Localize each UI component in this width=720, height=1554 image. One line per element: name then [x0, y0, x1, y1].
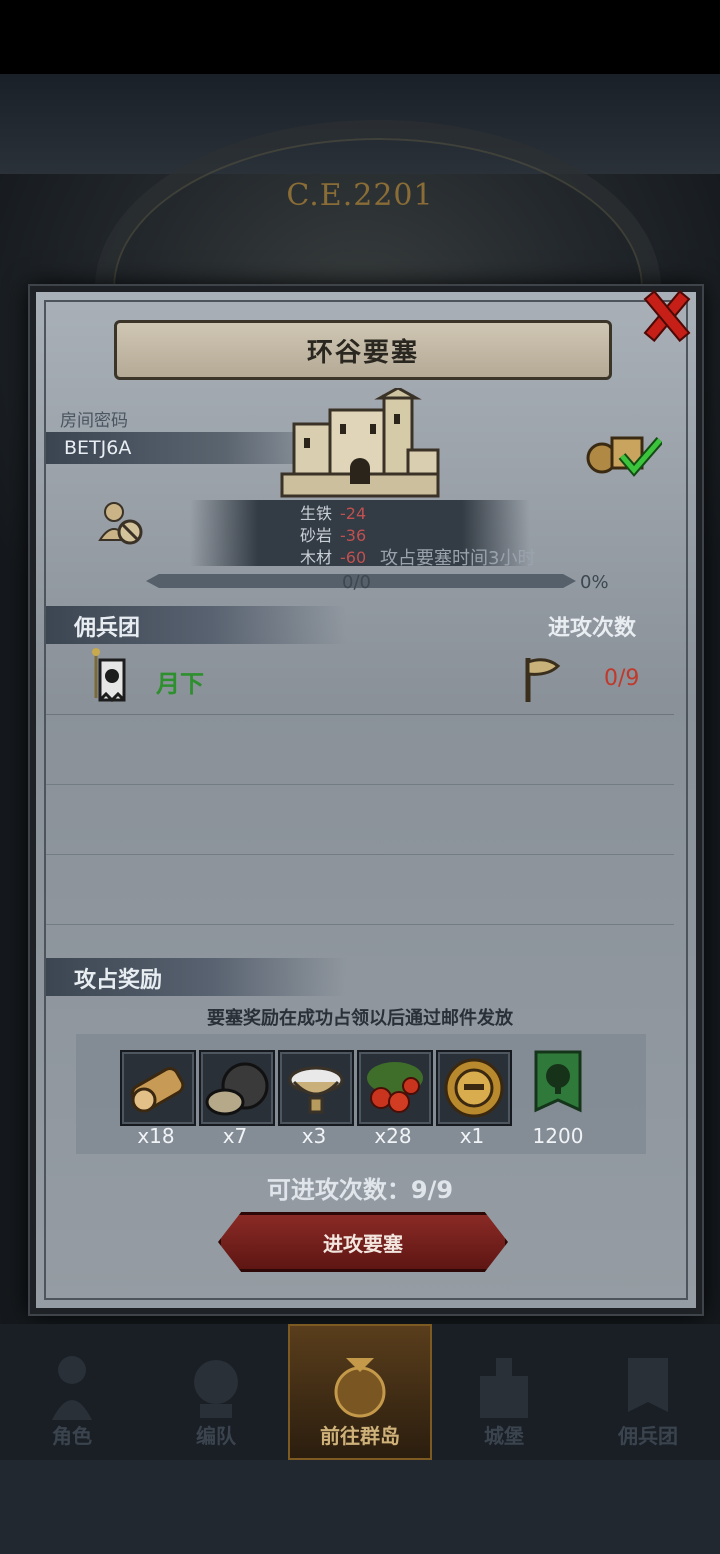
remaining-attacks: 可进攻次数：9/9 [266, 1176, 454, 1204]
empty-row-divider [46, 784, 674, 785]
formation-icon [194, 1360, 238, 1418]
empty-row-divider [46, 854, 674, 855]
reward-note: 要塞奖励在成功占领以后通过邮件发放 [207, 1008, 513, 1029]
reward-item-bowl[interactable] [278, 1050, 354, 1126]
fortress-icon [280, 388, 440, 498]
resource-value: -60 [340, 548, 367, 567]
attack-fortress-button[interactable]: 进攻要塞 [218, 1212, 508, 1272]
islands-icon [334, 1358, 386, 1418]
nav-label: 佣兵团 [618, 1424, 678, 1448]
silver-bowl-icon [288, 1066, 344, 1114]
reward-item-helmet[interactable] [436, 1050, 512, 1126]
reward-item-berries[interactable] [357, 1050, 433, 1126]
wood-log-icon [130, 1067, 185, 1113]
supply-check-icon[interactable] [584, 428, 662, 478]
status-bar [0, 0, 720, 74]
nav-label: 前往群岛 [320, 1424, 400, 1448]
close-icon[interactable] [636, 286, 692, 342]
nav-tab-castle[interactable]: 城堡 [432, 1324, 576, 1460]
dialog-title: 环谷要塞 [306, 337, 419, 368]
reward-count: x18 [137, 1124, 175, 1148]
resource-value: -36 [340, 526, 367, 545]
reward-count: x7 [222, 1124, 248, 1148]
reward-count: 1200 [532, 1124, 584, 1148]
resource-name: 木材 [300, 548, 333, 567]
progress-percent: 0% [580, 572, 609, 593]
resource-name: 生铁 [300, 504, 333, 523]
castle-icon [480, 1358, 528, 1418]
resource-row-sandstone: 砂岩 -36 [300, 522, 366, 546]
attempts-label: 进攻次数 [548, 616, 637, 641]
attempts-count: 0/9 [604, 666, 640, 691]
tree-banner-icon[interactable] [534, 1050, 582, 1120]
year-label: C.E.2201 [286, 178, 434, 213]
golden-helmet-icon [444, 1058, 504, 1118]
no-person-icon[interactable] [96, 500, 144, 546]
title-plate: 环谷要塞 [114, 320, 612, 380]
nav-label: 角色 [52, 1424, 92, 1448]
room-password-label: 房间密码 [60, 411, 128, 431]
nav-tab-formation[interactable]: 编队 [144, 1324, 288, 1460]
mercenary-icon [628, 1358, 668, 1412]
empty-row-divider [46, 924, 674, 925]
reward-count: x3 [301, 1124, 327, 1148]
mercenary-row[interactable] [46, 646, 674, 715]
mercenary-section-label: 佣兵团 [74, 616, 141, 641]
nav-label: 编队 [196, 1424, 236, 1448]
reward-count: x28 [374, 1124, 412, 1148]
iron-ore-icon [205, 1062, 269, 1116]
nav-tab-islands[interactable]: 前往群岛 [288, 1324, 432, 1460]
occupy-time-text: 攻占要塞时间3小时 [380, 548, 536, 569]
reward-item-ore[interactable] [199, 1050, 275, 1126]
progress-count: 0/0 [342, 572, 371, 593]
knight-icon [52, 1356, 92, 1420]
flag-icon [525, 658, 561, 702]
attack-button-label: 进攻要塞 [323, 1231, 403, 1256]
mercenary-banner-icon [92, 648, 126, 703]
rewards-section-label: 攻占奖励 [74, 968, 163, 993]
resource-name: 砂岩 [300, 526, 333, 545]
reward-item-wood[interactable] [120, 1050, 196, 1126]
berries-icon [367, 1062, 423, 1113]
room-code[interactable]: BETJ6A [64, 437, 131, 459]
mercenary-name: 月下 [156, 670, 204, 698]
nav-label: 城堡 [484, 1424, 524, 1448]
bottom-background [0, 1460, 720, 1554]
resource-row-iron: 生铁 -24 [300, 500, 366, 524]
reward-count: x1 [459, 1124, 485, 1148]
resource-row-wood: 木材 -60 [300, 544, 366, 568]
nav-tab-character[interactable]: 角色 [0, 1324, 144, 1460]
nav-tab-mercenary[interactable]: 佣兵团 [576, 1324, 720, 1460]
resource-value: -24 [340, 504, 367, 523]
